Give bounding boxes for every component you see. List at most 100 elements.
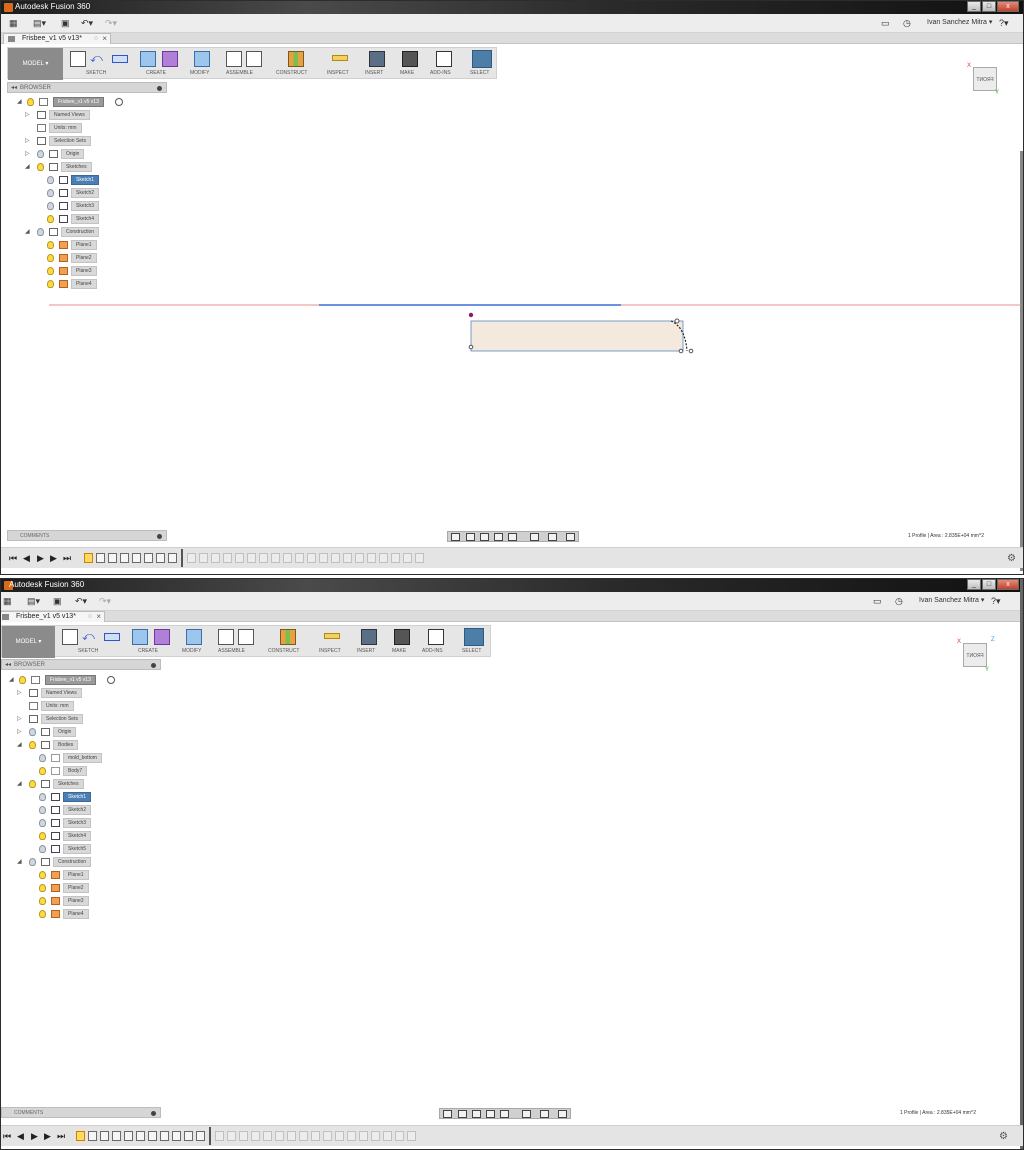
timeline-feature-suppressed[interactable]	[379, 553, 388, 563]
sketch-profile[interactable]	[470, 320, 684, 352]
comments-panel[interactable]: COMMENTS	[1, 1107, 161, 1118]
timeline-feature-suppressed[interactable]	[223, 553, 232, 563]
joint-icon[interactable]	[238, 629, 254, 645]
expand-icon[interactable]: ▷	[17, 716, 22, 722]
visibility-bulb-icon[interactable]	[39, 754, 46, 762]
create-sketch-icon[interactable]	[70, 51, 86, 67]
timeline-feature[interactable]	[120, 553, 129, 563]
sketch-point[interactable]	[677, 915, 681, 919]
offset-plane-icon[interactable]	[288, 51, 304, 67]
modify-group[interactable]: MODIFY	[188, 48, 218, 80]
timeline-back-icon[interactable]: ◀	[17, 1131, 24, 1141]
expand-icon[interactable]: ◢	[17, 859, 22, 865]
timeline-feature-suppressed[interactable]	[247, 553, 256, 563]
sketch-line-icon[interactable]: ⤺	[90, 51, 106, 67]
visibility-bulb-icon[interactable]	[39, 897, 46, 905]
timeline-feature[interactable]	[108, 553, 117, 563]
browser-header[interactable]: ◂◂ BROWSER	[7, 82, 167, 93]
joint-icon[interactable]	[246, 51, 262, 67]
tab-close-icon[interactable]: ×	[102, 34, 107, 44]
visibility-bulb-icon[interactable]	[39, 767, 46, 775]
canvas-3d-view[interactable]	[1, 867, 1021, 937]
timeline-feature-suppressed[interactable]	[395, 1131, 404, 1141]
select-group[interactable]: SELECT	[468, 48, 496, 80]
workspace-switcher[interactable]: MODEL ▾	[2, 626, 55, 658]
timeline-feature[interactable]	[100, 1131, 109, 1141]
construct-group[interactable]: CONSTRUCT	[266, 626, 312, 658]
timeline-feature[interactable]	[144, 553, 153, 563]
extrude-icon[interactable]	[140, 51, 156, 67]
3d-print-icon[interactable]	[394, 629, 410, 645]
browser-header[interactable]: ◂◂ BROWSER	[1, 659, 161, 670]
visibility-bulb-icon[interactable]	[19, 676, 26, 684]
visibility-bulb-icon[interactable]	[39, 884, 46, 892]
expand-icon[interactable]: ◢	[9, 677, 14, 683]
add-ins-group[interactable]: ADD-INS	[420, 626, 454, 658]
orbit-icon[interactable]	[443, 1110, 452, 1118]
timeline-feature-suppressed[interactable]	[235, 553, 244, 563]
3d-print-icon[interactable]	[402, 51, 418, 67]
timeline-feature[interactable]	[148, 1131, 157, 1141]
app-grid-icon[interactable]: ▦	[3, 595, 12, 608]
visibility-bulb-icon[interactable]	[29, 780, 36, 788]
timeline-feature-suppressed[interactable]	[307, 553, 316, 563]
sketch-point[interactable]	[678, 348, 684, 354]
zoom-icon[interactable]	[486, 1110, 495, 1118]
display-settings-icon[interactable]	[522, 1110, 531, 1118]
timeline-feature-suppressed[interactable]	[355, 553, 364, 563]
constraint-point[interactable]	[468, 312, 474, 318]
make-group[interactable]: MAKE	[390, 626, 416, 658]
sketch-group[interactable]: ⤺ SKETCH	[66, 48, 132, 80]
create-group[interactable]: CREATE	[136, 48, 184, 80]
timeline-feature-suppressed[interactable]	[295, 553, 304, 563]
visibility-bulb-icon[interactable]	[39, 793, 46, 801]
collapse-icon[interactable]: ◂◂	[5, 660, 11, 670]
expand-icon[interactable]: ◢	[25, 164, 30, 170]
timeline-feature-suppressed[interactable]	[215, 1131, 224, 1141]
timeline-feature-suppressed[interactable]	[391, 553, 400, 563]
visibility-bulb-icon[interactable]	[29, 728, 36, 736]
timeline-feature-suppressed[interactable]	[187, 553, 196, 563]
job-status-icon[interactable]: ▭	[873, 595, 882, 608]
timeline-feature-suppressed[interactable]	[239, 1131, 248, 1141]
assemble-group[interactable]: ASSEMBLE	[214, 626, 262, 658]
maximize-button[interactable]: □	[982, 579, 996, 590]
visibility-bulb-icon[interactable]	[47, 189, 54, 197]
timeline-feature[interactable]	[160, 1131, 169, 1141]
timeline-feature[interactable]	[136, 1131, 145, 1141]
timeline-feature-suppressed[interactable]	[367, 553, 376, 563]
timeline-feature-suppressed[interactable]	[211, 553, 220, 563]
expand-icon[interactable]: ◢	[17, 99, 22, 105]
timeline-feature-suppressed[interactable]	[275, 1131, 284, 1141]
expand-icon[interactable]: ◢	[25, 229, 30, 235]
pattern-icon[interactable]	[162, 51, 178, 67]
visibility-bulb-icon[interactable]	[47, 280, 54, 288]
sketch-point[interactable]	[468, 344, 474, 350]
frisbee-body[interactable]	[248, 882, 677, 924]
visibility-bulb-icon[interactable]	[47, 215, 54, 223]
zoom-icon[interactable]	[494, 533, 503, 541]
expand-icon[interactable]: ▷	[25, 151, 30, 157]
visibility-bulb-icon[interactable]	[47, 202, 54, 210]
gear-icon[interactable]: ⚙	[999, 1131, 1008, 1142]
timeline-feature-suppressed[interactable]	[299, 1131, 308, 1141]
visibility-bulb-icon[interactable]	[47, 254, 54, 262]
sketch-point[interactable]	[682, 914, 688, 920]
modify-group[interactable]: MODIFY	[180, 626, 210, 658]
assemble-group[interactable]: ASSEMBLE	[222, 48, 270, 80]
display-settings-icon[interactable]	[530, 533, 539, 541]
visibility-bulb-icon[interactable]	[39, 910, 46, 918]
timeline-feature[interactable]	[124, 1131, 133, 1141]
fit-icon[interactable]	[508, 533, 517, 541]
scripts-icon[interactable]	[436, 51, 452, 67]
pan-icon[interactable]	[472, 1110, 481, 1118]
expand-icon[interactable]: ◢	[17, 781, 22, 787]
expand-icon[interactable]: ▷	[17, 690, 22, 696]
timeline-feature-suppressed[interactable]	[347, 1131, 356, 1141]
inspect-group[interactable]: INSPECT	[316, 626, 350, 658]
visibility-bulb-icon[interactable]	[39, 819, 46, 827]
user-menu[interactable]: Ivan Sanchez Mitra ▾	[919, 596, 984, 604]
timeline-start-icon[interactable]: ⏮	[3, 1131, 11, 1141]
make-group[interactable]: MAKE	[398, 48, 424, 80]
save-icon[interactable]: ▣	[61, 17, 70, 30]
